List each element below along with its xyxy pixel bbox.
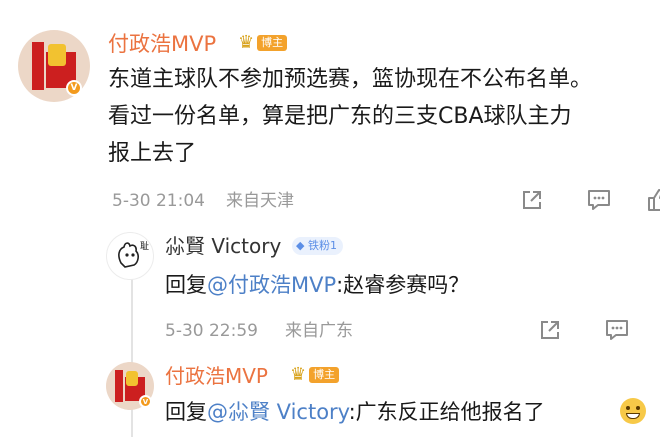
reply-location: 来自广东: [285, 321, 353, 341]
comment-icon[interactable]: [586, 187, 612, 213]
comment-icon[interactable]: [604, 317, 630, 343]
reply-prefix: 回复: [165, 273, 207, 297]
comment-text-line: 东道主球队不参加预选赛，篮协现在不公布名单。: [108, 67, 593, 92]
blogger-badge: 博主: [257, 35, 288, 51]
svg-text:耻: 耻: [140, 240, 149, 252]
user-badges: ♛ 博主: [238, 32, 288, 53]
thread-divider: [131, 278, 133, 437]
comment-location: 来自天津: [226, 191, 294, 211]
comment-text-line: 看过一份名单，算是把广东的三支CBA球队主力: [108, 104, 572, 129]
share-icon[interactable]: [537, 317, 563, 343]
avatar[interactable]: 耻: [106, 232, 154, 280]
verified-v-icon: V: [139, 395, 152, 408]
fan-badge: ◆ 铁粉1: [292, 237, 343, 255]
reply-prefix: 回复: [165, 400, 207, 424]
comment-text-line: 报上去了: [108, 141, 197, 166]
grin-emoji-icon: [620, 398, 646, 424]
username[interactable]: 尛賢 Victory: [165, 232, 281, 260]
username[interactable]: 付政浩MVP: [165, 362, 268, 390]
blogger-badge: 博主: [309, 367, 340, 383]
reply-text: 回复@尛賢 Victory:广东反正给他报名了: [165, 397, 545, 427]
share-icon[interactable]: [519, 187, 545, 213]
comment-time: 5-30 21:04: [112, 191, 205, 211]
mention-link[interactable]: @付政浩MVP: [207, 273, 336, 297]
crown-lv-icon: ♛: [290, 364, 307, 385]
reply-time: 5-30 22:59: [165, 321, 258, 341]
reply-content: :广东反正给他报名了: [348, 400, 545, 424]
username[interactable]: 付政浩MVP: [108, 30, 216, 58]
reply-text: 回复@付政浩MVP:赵睿参赛吗？: [165, 270, 469, 300]
fan-badge-label: 铁粉1: [307, 239, 337, 252]
verified-v-icon: V: [66, 80, 82, 96]
like-icon[interactable]: [646, 187, 660, 213]
mention-link[interactable]: @尛賢 Victory: [207, 400, 349, 424]
user-badges: ♛ 博主: [290, 364, 340, 385]
diamond-icon: ◆: [296, 239, 305, 252]
crown-lv-icon: ♛: [238, 32, 255, 53]
reply-content: :赵睿参赛吗？: [336, 273, 470, 297]
